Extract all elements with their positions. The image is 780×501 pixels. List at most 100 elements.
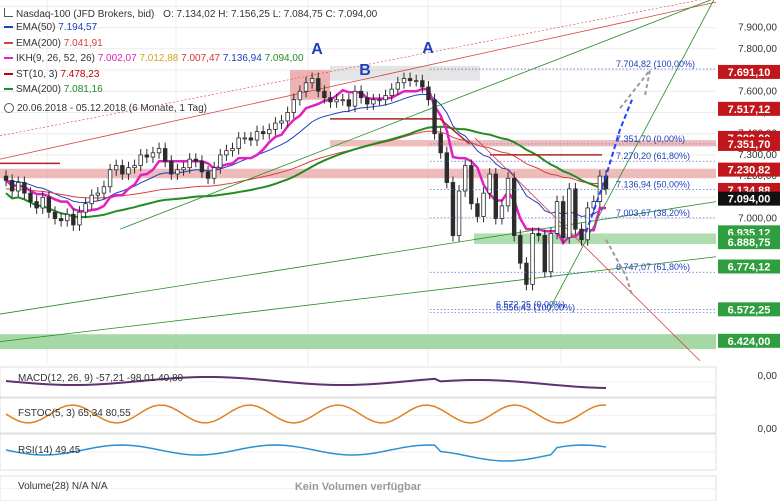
candle-body <box>316 78 321 92</box>
candle-body <box>567 188 572 239</box>
candle-body <box>285 112 290 122</box>
legend-value: 7.081,16 <box>63 84 103 95</box>
candle-body <box>242 137 247 140</box>
legend-label: SMA(200) <box>16 84 64 95</box>
candle-body <box>236 137 241 149</box>
candle-body <box>260 131 266 135</box>
candle-body <box>511 177 517 236</box>
candle-body <box>224 150 229 156</box>
no-volume-message: Kein Volumen verfügbar <box>295 481 422 493</box>
candle-body <box>34 201 39 209</box>
candle-body <box>542 235 547 273</box>
candle-body <box>365 97 370 105</box>
candle-body <box>101 186 107 194</box>
candle-body <box>181 167 186 171</box>
candle-body <box>175 169 180 175</box>
candle-body <box>28 192 33 202</box>
candle-body <box>579 228 584 241</box>
macd-label: MACD(12, 26, 9) -57,21 -98,01 40,80 <box>18 373 184 384</box>
candle-body <box>481 192 486 217</box>
fib-label: 6.556,43 (100,00%) <box>496 303 575 313</box>
macd-axis-label: 0,00 <box>758 371 778 382</box>
price-label: 6.424,00 <box>728 336 771 348</box>
candle-body <box>83 203 88 213</box>
fib-label: 7.136,94 (50,00%) <box>616 180 690 190</box>
candle-body <box>352 90 358 107</box>
nasdaq-chart: 7.704,82 (100,00%) 7.351,70 (0,00%) 7.270,… <box>0 0 780 501</box>
candle-body <box>107 169 113 188</box>
candle-body <box>205 171 211 179</box>
price-label: 7.230,82 <box>728 165 771 177</box>
candle-body <box>420 80 425 88</box>
candle-body <box>16 182 21 192</box>
candle-body <box>518 235 523 264</box>
legend-label: EMA(50) <box>16 22 59 33</box>
price-zone <box>474 233 716 245</box>
candle-body <box>548 233 554 273</box>
legend-value: 7.002,07 <box>97 53 140 64</box>
candle-body <box>120 165 125 175</box>
line-chart-icon <box>4 8 13 17</box>
candle-body <box>377 99 382 102</box>
candle-body <box>560 201 566 239</box>
candle-body <box>469 165 474 205</box>
candle-body <box>328 97 333 103</box>
candle-body <box>487 173 492 194</box>
candle-body <box>505 177 511 207</box>
candle-body <box>132 165 137 169</box>
candle-body <box>499 205 505 219</box>
candle-body <box>218 154 223 169</box>
candle-body <box>211 167 217 179</box>
candle-body <box>65 213 70 222</box>
candle-body <box>230 148 235 152</box>
legend-value: 7.012,88 <box>139 53 182 64</box>
candle-body <box>3 175 9 181</box>
wave-label: B <box>359 62 371 79</box>
candle-body <box>303 82 309 92</box>
legend-label: IKH(9, 26, 52, 26) <box>16 53 98 64</box>
ohlc-values: O: 7.134,02 H: 7.156,25 L: 7.084,75 C: 7… <box>163 9 378 20</box>
candle-body <box>126 167 131 175</box>
legend-label: EMA(200) <box>16 37 64 49</box>
price-zone <box>0 334 716 350</box>
fib-label: 7.003,67 (38,20%) <box>616 208 690 218</box>
legend-item: SMA(200) 7.081,16 <box>4 84 103 95</box>
fstoc-axis-label: 0,00 <box>758 424 778 435</box>
candle-body <box>162 148 168 162</box>
candle-body <box>371 99 376 105</box>
period-text: 20.06.2018 - 05.12.2018 (6 Monate, 1 Tag… <box>17 103 207 114</box>
legend-item: IKH(9, 26, 52, 26) 7.002,07 7.012,88 7.0… <box>4 53 304 64</box>
price-label: 7.517,12 <box>728 104 771 116</box>
fib-label: 6.747,07 (61,80%) <box>616 262 690 272</box>
candle-body <box>426 86 431 101</box>
clock-icon <box>4 103 14 114</box>
price-label: 7.691,10 <box>728 67 771 79</box>
candle-body <box>77 211 82 226</box>
wave-label: A <box>422 40 434 57</box>
candle-body <box>530 233 535 285</box>
legend-value: 7.194,57 <box>58 22 98 33</box>
candle-body <box>199 160 205 173</box>
candle-body <box>536 233 541 236</box>
candle-body <box>407 78 413 82</box>
legend-swatch <box>4 26 13 29</box>
sub-panels: MACD(12, 26, 9) -57,21 -98,01 40,80 FSTOC… <box>0 366 778 501</box>
fib-label: 7.270,20 (61,80%) <box>616 151 690 161</box>
candle-body <box>524 262 529 285</box>
candle-body <box>389 88 394 96</box>
legend-value: 7.094,00 <box>264 53 304 64</box>
y-tick-label: 7.600,00 <box>738 86 777 97</box>
y-tick-label: 7.300,00 <box>738 150 777 161</box>
candle-body <box>193 158 198 162</box>
candle-body <box>71 213 76 226</box>
price-label: 7.351,70 <box>728 139 771 151</box>
candle-body <box>346 99 352 107</box>
candle-body <box>462 165 468 192</box>
candle-body <box>22 182 27 194</box>
candle-body <box>322 90 327 99</box>
candle-body <box>9 179 15 192</box>
legend-swatch <box>4 72 13 75</box>
legend-item: EMA(50) 7.194,57 <box>4 22 97 33</box>
price-label: 6.774,12 <box>728 262 771 274</box>
candle-body <box>95 192 101 196</box>
